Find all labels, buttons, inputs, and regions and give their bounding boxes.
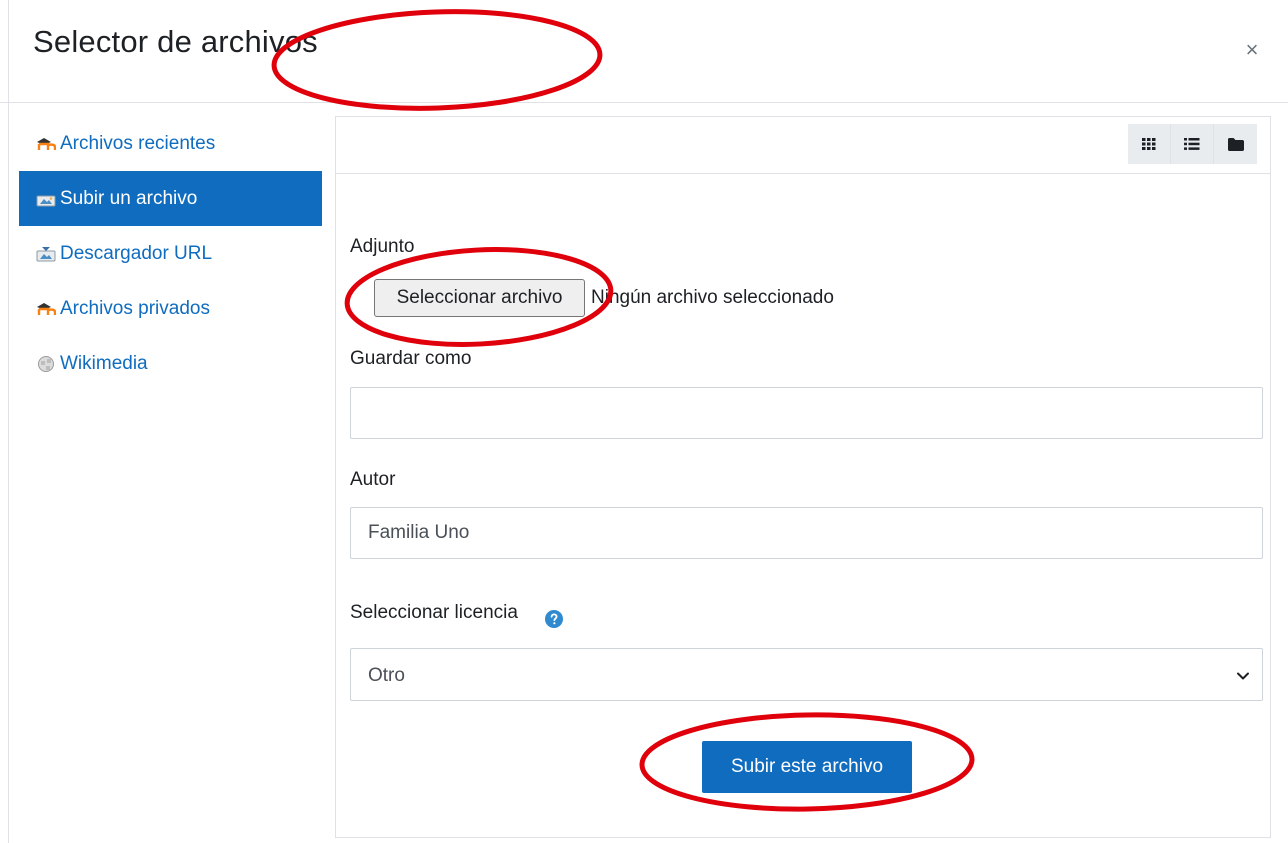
- folder-view-icon[interactable]: [1214, 124, 1257, 164]
- select-file-button[interactable]: Seleccionar archivo: [374, 279, 585, 317]
- repository-sidebar: Archivos recientes Subir un archivo Desc…: [19, 116, 322, 391]
- upload-panel: [335, 116, 1271, 838]
- sidebar-item-subir-un-archivo[interactable]: Subir un archivo: [19, 171, 322, 226]
- sidebar-item-label: Archivos privados: [60, 297, 210, 319]
- wikimedia-icon: [36, 354, 56, 374]
- list-view-icon[interactable]: [1171, 124, 1214, 164]
- sidebar-item-archivos-recientes[interactable]: Archivos recientes: [19, 116, 322, 171]
- save-as-input[interactable]: [350, 387, 1263, 439]
- url-download-icon: [36, 244, 56, 264]
- license-label: Seleccionar licencia: [350, 602, 518, 623]
- sidebar-item-label: Subir un archivo: [60, 187, 198, 209]
- close-icon[interactable]: ×: [1240, 38, 1264, 62]
- grid-view-icon[interactable]: [1128, 124, 1171, 164]
- license-select-value: Otro: [368, 665, 405, 686]
- sidebar-item-label: Archivos recientes: [60, 132, 216, 154]
- dialog-left-border: [8, 0, 9, 843]
- author-label: Autor: [350, 469, 396, 490]
- dialog-header: Selector de archivos ×: [0, 0, 1288, 103]
- view-toolbar: [336, 117, 1270, 174]
- sidebar-item-label: Wikimedia: [60, 352, 148, 374]
- moodle-icon: [36, 299, 56, 319]
- sidebar-item-label: Descargador URL: [60, 242, 213, 264]
- chevron-down-icon: [1236, 669, 1250, 683]
- upload-file-button[interactable]: Subir este archivo: [702, 741, 912, 793]
- sidebar-item-descargador-url[interactable]: Descargador URL: [19, 226, 322, 281]
- view-switcher: [1128, 124, 1257, 164]
- sidebar-item-archivos-privados[interactable]: Archivos privados: [19, 281, 322, 336]
- license-select[interactable]: Otro: [350, 648, 1263, 701]
- help-icon[interactable]: [545, 610, 563, 628]
- file-status-text: Ningún archivo seleccionado: [591, 287, 834, 308]
- dialog-title: Selector de archivos: [33, 24, 318, 59]
- save-as-label: Guardar como: [350, 348, 472, 369]
- moodle-icon: [36, 134, 56, 154]
- upload-icon: [36, 189, 56, 209]
- sidebar-item-wikimedia[interactable]: Wikimedia: [19, 336, 322, 391]
- author-input[interactable]: [350, 507, 1263, 559]
- attachment-label: Adjunto: [350, 236, 415, 257]
